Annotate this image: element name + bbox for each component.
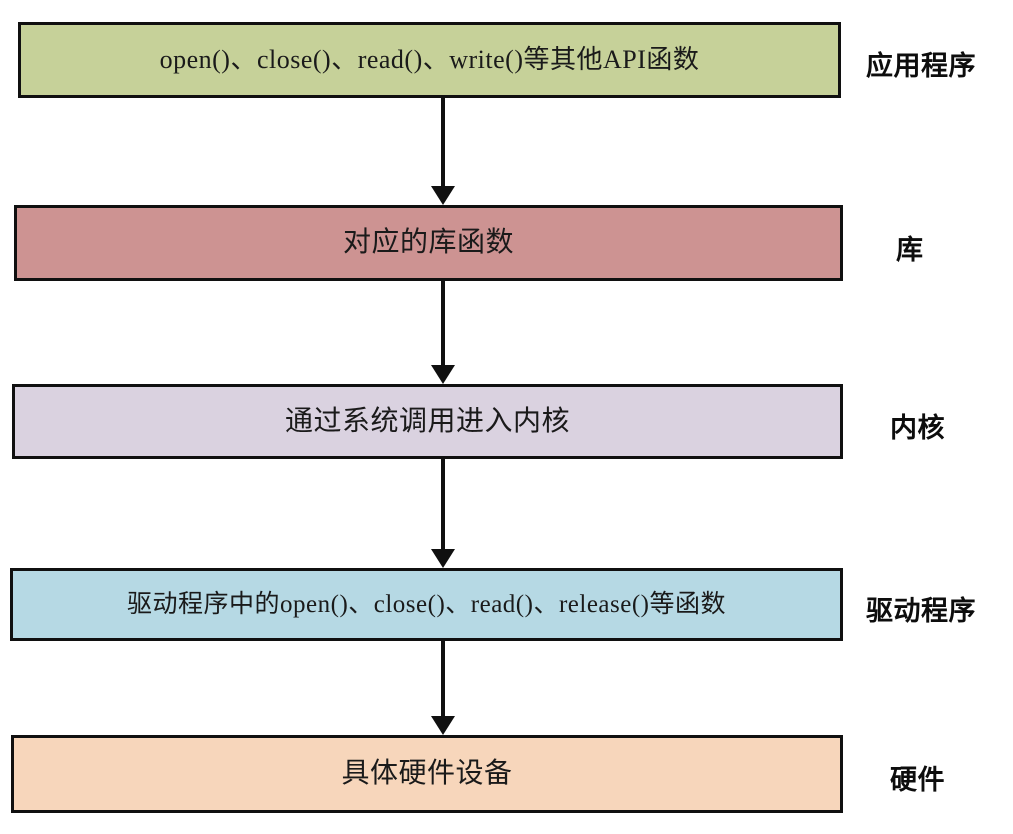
edge-driver-hardware-line: [441, 641, 445, 718]
edge-application-library-line: [441, 98, 445, 188]
node-driver[interactable]: 驱动程序中的open()、close()、read()、release()等函数: [10, 568, 843, 641]
edge-application-library: [431, 98, 455, 205]
edge-kernel-driver: [431, 459, 455, 568]
down-arrow-icon: [431, 716, 455, 735]
down-arrow-icon: [431, 365, 455, 384]
node-application[interactable]: open()、close()、read()、write()等其他API函数: [18, 22, 841, 98]
node-hardware-label: 具体硬件设备: [341, 758, 513, 789]
tier-caption-application: 应用程序: [866, 51, 976, 81]
node-hardware[interactable]: 具体硬件设备: [11, 735, 843, 813]
tier-caption-library: 库: [896, 235, 924, 265]
tier-caption-kernel: 内核: [890, 413, 945, 443]
down-arrow-icon: [431, 186, 455, 205]
node-kernel[interactable]: 通过系统调用进入内核: [12, 384, 843, 459]
node-library-label: 对应的库函数: [342, 227, 514, 258]
tier-caption-driver: 驱动程序: [866, 596, 976, 626]
edge-kernel-driver-line: [441, 459, 445, 551]
diagram-canvas: open()、close()、read()、write()等其他API函数 对应…: [0, 0, 1013, 834]
node-kernel-label: 通过系统调用进入内核: [284, 405, 570, 437]
node-driver-label: 驱动程序中的open()、close()、read()、release()等函数: [127, 591, 726, 618]
node-library[interactable]: 对应的库函数: [14, 205, 843, 281]
node-application-label: open()、close()、read()、write()等其他API函数: [159, 45, 700, 74]
edge-library-kernel-line: [441, 281, 445, 367]
down-arrow-icon: [431, 549, 455, 568]
edge-library-kernel: [431, 281, 455, 384]
tier-caption-hardware: 硬件: [890, 765, 945, 795]
edge-driver-hardware: [431, 641, 455, 735]
